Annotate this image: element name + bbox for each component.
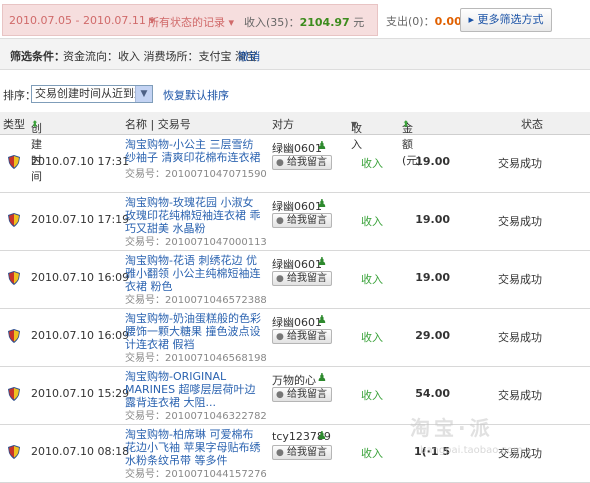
transaction-title-link[interactable]: 淘宝购物-柏席琳 可爱棉布花边小飞袖 苹果字母贴布绣 水粉条纹吊带 等多件 (125, 428, 263, 467)
amount-value: 19.00 (415, 271, 450, 284)
sort-updown-icon[interactable]: ⬍ (402, 120, 410, 130)
shield-icon (8, 213, 20, 227)
status-text: 交易成功 (498, 331, 542, 344)
transaction-title-link[interactable]: 淘宝购物-ORIGINAL MARINES 超嗲层层荷叶边露背连衣裙 大阻... (125, 370, 263, 409)
more-filter-button[interactable]: ▸ 更多筛选方式 (460, 8, 552, 32)
income-unit: 元 (349, 16, 365, 29)
shield-icon (8, 329, 20, 343)
amount-value: 19.00 (415, 155, 450, 168)
leave-message-button[interactable]: ● 给我留言 (272, 155, 332, 170)
leave-message-button[interactable]: ● 给我留言 (272, 445, 332, 460)
user-icon[interactable]: ♟ (317, 371, 327, 384)
transaction-number: 交易号：2010071047071590 (125, 169, 267, 180)
table-row: 2010.07.10 15:29 淘宝购物-ORIGINAL MARINES 超… (0, 367, 590, 425)
expense-total: 0.00 (434, 15, 462, 28)
created-time: 2010.07.10 16:09 (31, 271, 130, 284)
transaction-number: 交易号：2010071046572388 (125, 295, 267, 306)
chat-bubble-icon: ● (276, 274, 284, 284)
created-time: 2010.07.10 17:31 (31, 155, 130, 168)
watermark-logo: 淘宝·派 (410, 416, 494, 440)
status-text: 交易成功 (498, 273, 542, 286)
date-range-panel: 2010.07.05 - 2010.07.11 ▾ 所有状态的记录 ▾ 收入(3… (2, 4, 378, 36)
amount-value: 54.00 (415, 387, 450, 400)
income-label: 收入(35)： (244, 16, 300, 29)
record-status-dropdown[interactable]: 所有状态的记录 ▾ (148, 14, 234, 30)
chat-bubble-icon: ● (276, 390, 284, 400)
shield-icon (8, 155, 20, 169)
counterparty-name[interactable]: 绿幽0601 (272, 198, 322, 214)
amount-value: 19.00 (415, 213, 450, 226)
filter-conditions-bar: 筛选条件： 资金流向：收入 消费场所：支付宝 淘宝 撤销 (0, 38, 590, 70)
transaction-title-link[interactable]: 淘宝购物-小公主 三层雪纺纱袖子 清爽印花棉布连衣裙 (125, 138, 263, 164)
col-status: 状态 (521, 118, 543, 131)
transaction-number: 交易号：2010071046568198 (125, 353, 267, 364)
income-total: 2104.97 (299, 16, 350, 29)
reset-sort-link[interactable]: 恢复默认排序 (163, 87, 229, 103)
status-text: 交易成功 (498, 389, 542, 402)
counterparty-name[interactable]: 绿幽0601 (272, 140, 322, 156)
chat-bubble-icon: ● (276, 332, 284, 342)
table-row: 2010.07.10 17:19 淘宝购物-玫瑰花园 小淑女玫瑰印花纯棉短袖连衣… (0, 193, 590, 251)
filter-label: 筛选条件： (10, 50, 65, 63)
status-text: 交易成功 (498, 215, 542, 228)
watermark-url: bangpai.taobao.com (420, 445, 523, 456)
leave-message-button[interactable]: ● 给我留言 (272, 213, 332, 228)
user-icon[interactable]: ♟ (317, 255, 327, 268)
amount-value: 29.00 (415, 329, 450, 342)
transaction-title-link[interactable]: 淘宝购物-玫瑰花园 小淑女玫瑰印花纯棉短袖连衣裙 乖巧又甜美 水晶粉 (125, 196, 263, 235)
expense-label: 支出(0)： (386, 15, 435, 28)
table-row: 2010.07.10 17:31 淘宝购物-小公主 三层雪纺纱袖子 清爽印花棉布… (0, 135, 590, 193)
shield-icon (8, 387, 20, 401)
shield-icon (8, 445, 20, 459)
col-type: 类型 (3, 118, 25, 131)
counterparty-name[interactable]: 绿幽0601 (272, 256, 322, 272)
transaction-number: 交易号：2010071044157276 (125, 469, 267, 480)
table-row: 2010.07.10 16:09 淘宝购物-花语 刺绣花边 优雅小翻领 小公主纯… (0, 251, 590, 309)
counterparty-name[interactable]: 万物的心 (272, 372, 316, 388)
inout-type: 收入 (361, 157, 383, 170)
user-icon[interactable]: ♟ (317, 197, 327, 210)
inout-type: 收入 (361, 447, 383, 460)
status-text: 交易成功 (498, 157, 542, 170)
inout-type: 收入 (361, 215, 383, 228)
col-name-txno: 名称 | 交易号 (125, 118, 191, 131)
transaction-number: 交易号：2010071046322782 (125, 411, 267, 422)
cancel-filter-link[interactable]: 撤销 (238, 48, 260, 64)
inout-type: 收入 (361, 331, 383, 344)
chat-bubble-icon: ● (276, 158, 284, 168)
leave-message-button[interactable]: ● 给我留言 (272, 271, 332, 286)
leave-message-button[interactable]: ● 给我留言 (272, 387, 332, 402)
created-time: 2010.07.10 15:29 (31, 387, 130, 400)
user-icon[interactable]: ♟ (317, 313, 327, 326)
created-time: 2010.07.10 17:19 (31, 213, 130, 226)
sort-updown-icon[interactable]: ⬍ (31, 120, 39, 130)
transaction-title-link[interactable]: 淘宝购物-奶油蛋糕般的色彩 腰饰一颗大糖果 撞色波点设计连衣裙 假裆 (125, 312, 263, 351)
dropdown-arrow-icon[interactable]: ▼ (135, 86, 152, 102)
leave-message-button[interactable]: ● 给我留言 (272, 329, 332, 344)
user-icon[interactable]: ♟ (317, 139, 327, 152)
inout-type: 收入 (361, 389, 383, 402)
sort-select[interactable]: 交易创建时间从近到远 ▼ (31, 85, 153, 103)
chat-bubble-icon: ● (276, 216, 284, 226)
table-row: 2010.07.10 16:09 淘宝购物-奶油蛋糕般的色彩 腰饰一颗大糖果 撞… (0, 309, 590, 367)
transaction-number: 交易号：2010071047000113 (125, 237, 267, 248)
date-range-dropdown[interactable]: 2010.07.05 - 2010.07.11 ▾ (9, 14, 155, 27)
table-header: 类型 创建时间 ⬍ 名称 | 交易号 对方 收入 ▼ 金额(元) ⬍ 状态 (0, 112, 590, 183)
transaction-title-link[interactable]: 淘宝购物-花语 刺绣花边 优雅小翻领 小公主纯棉短袖连衣裙 粉色 (125, 254, 263, 293)
income-summary: 收入(35)：2104.97 元 (244, 14, 364, 30)
created-time: 2010.07.10 08:18 (31, 445, 130, 458)
summary-bar: 2010.07.05 - 2010.07.11 ▾ 所有状态的记录 ▾ 收入(3… (0, 0, 590, 38)
filter-conditions: 资金流向：收入 消费场所：支付宝 淘宝 (63, 50, 257, 63)
chevron-down-icon[interactable]: ▼ (351, 120, 357, 129)
col-party: 对方 (272, 118, 294, 131)
inout-type: 收入 (361, 273, 383, 286)
sort-bar: 排序： 交易创建时间从近到远 ▼ 恢复默认排序 (0, 82, 590, 106)
sort-selected-value: 交易创建时间从近到远 (35, 87, 145, 100)
counterparty-name[interactable]: 绿幽0601 (272, 314, 322, 330)
user-icon[interactable]: ♟ (317, 429, 327, 442)
shield-icon (8, 271, 20, 285)
created-time: 2010.07.10 16:09 (31, 329, 130, 342)
chat-bubble-icon: ● (276, 448, 284, 458)
